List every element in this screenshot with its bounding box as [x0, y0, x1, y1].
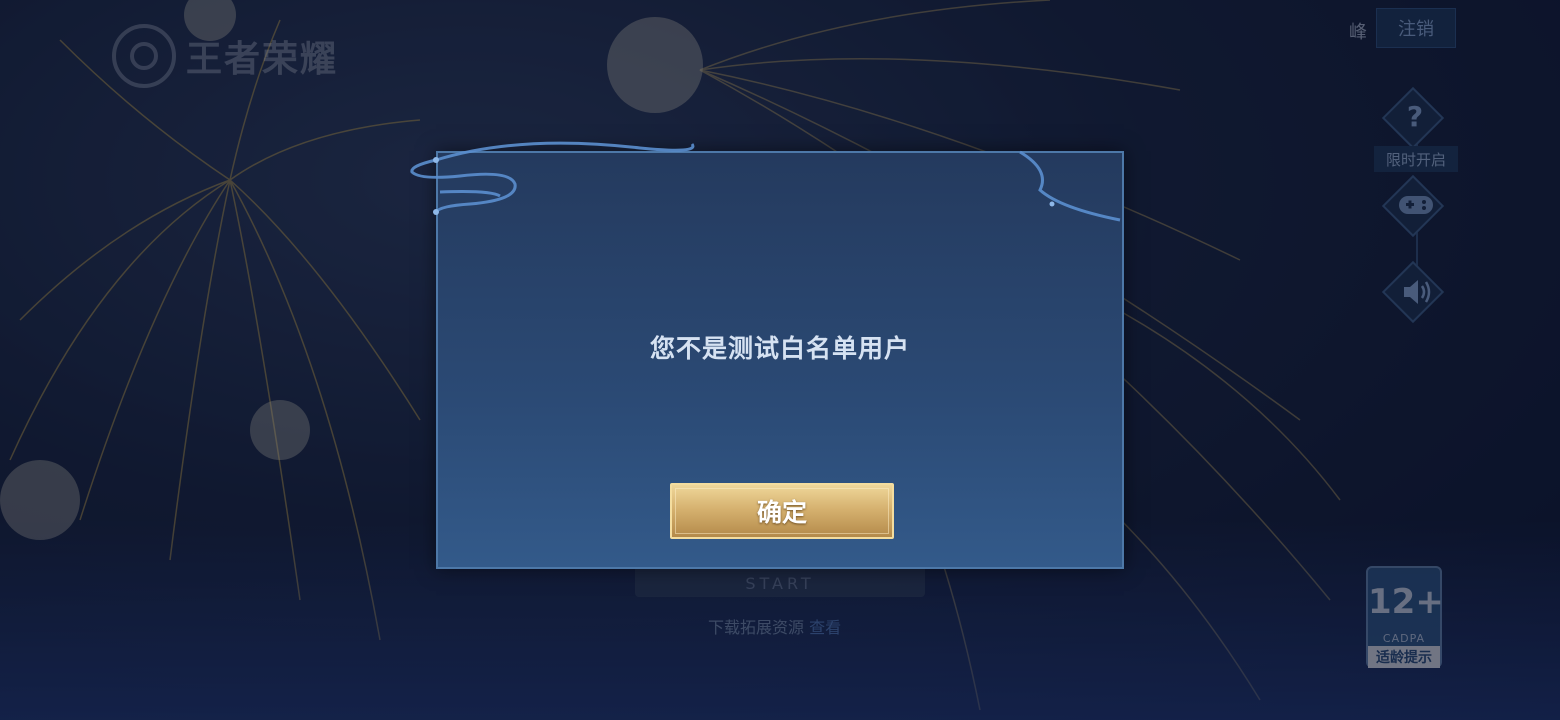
alert-dialog: 您不是测试白名单用户 确定 [436, 151, 1124, 569]
confirm-button[interactable]: 确定 [670, 483, 894, 539]
dialog-message: 您不是测试白名单用户 [649, 334, 910, 363]
